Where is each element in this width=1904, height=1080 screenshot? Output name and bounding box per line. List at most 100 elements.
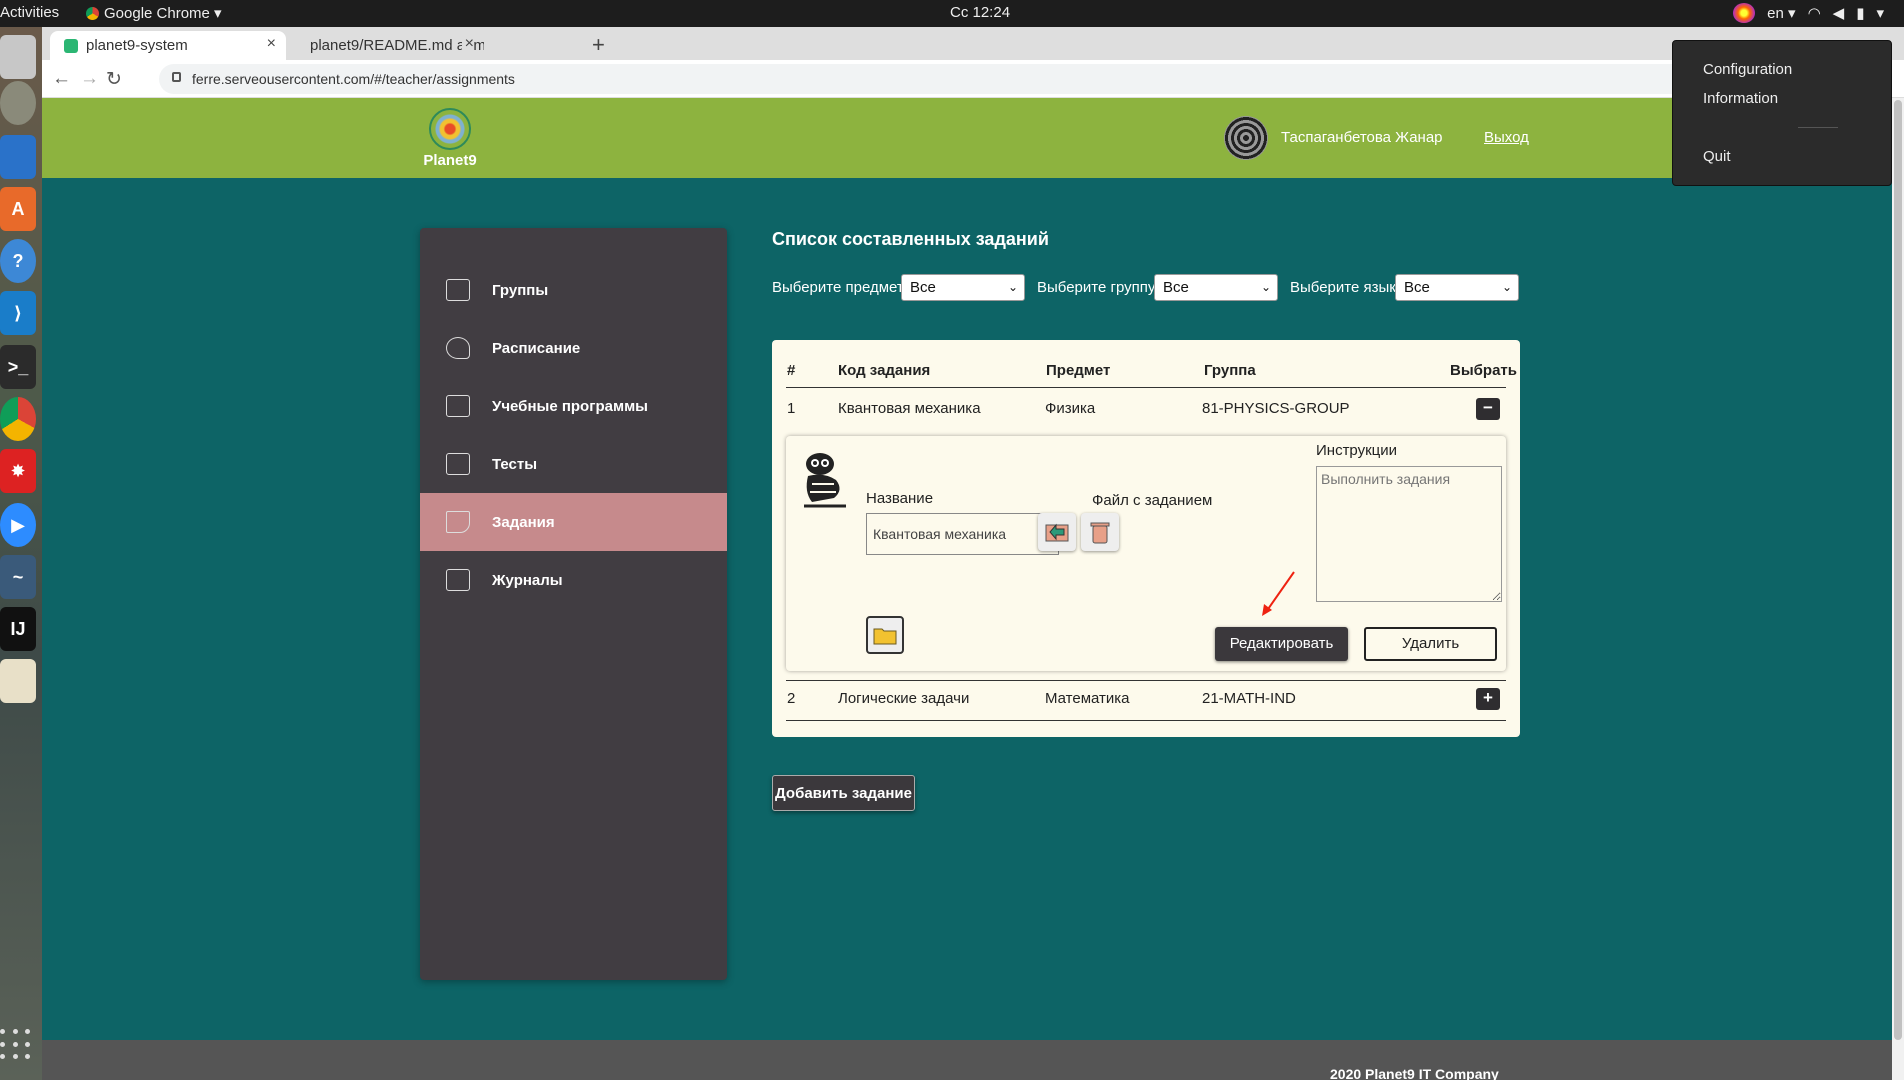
program-icon [446, 395, 470, 417]
divider [786, 720, 1506, 721]
sidebar-item-journals[interactable]: Журналы [420, 551, 727, 609]
terminal-icon[interactable]: >_ [0, 345, 36, 389]
app-menu[interactable]: Google Chrome ▾ [86, 4, 222, 22]
annotation-arrow-icon [1262, 571, 1295, 616]
clock[interactable]: Сс 12:24 [950, 4, 1010, 21]
battery-icon[interactable]: ▮ [1856, 4, 1864, 22]
browser-toolbar: ← → ↻ ferre.serveousercontent.com/#/teac… [42, 60, 1904, 98]
software-center-icon[interactable]: A [0, 187, 36, 231]
divider [786, 387, 1506, 388]
address-bar[interactable]: ferre.serveousercontent.com/#/teacher/as… [159, 64, 1729, 94]
page-scrollbar[interactable] [1892, 98, 1904, 1080]
intellij-icon[interactable]: IJ [0, 607, 36, 651]
volume-icon[interactable]: ◀ [1833, 4, 1845, 22]
language-indicator[interactable]: en ▾ [1767, 4, 1795, 22]
logout-link[interactable]: Выход [1484, 129, 1529, 146]
language-filter-label: Выберите язык: [1290, 279, 1400, 296]
sidebar-item-tests[interactable]: Тесты [420, 435, 727, 493]
menu-item-information[interactable]: Information [1703, 90, 1778, 107]
row-group: 81-PHYSICS-GROUP [1202, 400, 1350, 417]
groups-icon [446, 279, 470, 301]
group-select[interactable]: Все ⌄ [1154, 274, 1278, 301]
add-assignment-button[interactable]: Добавить задание [772, 775, 915, 811]
tab-planet9-system[interactable]: planet9-system × [50, 31, 286, 60]
sidebar-item-assignments[interactable]: Задания [420, 493, 727, 551]
power-menu-icon[interactable]: ▾ [1876, 4, 1884, 22]
scrollbar-thumb[interactable] [1894, 100, 1902, 1040]
subject-select-value: Все [910, 279, 936, 296]
name-label: Название [866, 490, 934, 507]
vscode-icon[interactable]: ⟩ [0, 291, 36, 335]
sidebar-item-label: Группы [492, 281, 549, 299]
chevron-down-icon: ⌄ [1007, 280, 1018, 294]
chevron-down-icon: ⌄ [1260, 280, 1271, 294]
cat-icon [804, 453, 846, 508]
instructions-label: Инструкции [1316, 442, 1398, 459]
column-header-number: # [787, 362, 796, 379]
wifi-icon[interactable]: ◠ [1808, 4, 1821, 22]
journal-icon [446, 569, 470, 591]
bell-icon [446, 337, 470, 359]
app-menu-label: Google Chrome [104, 5, 210, 22]
sidebar-item-programs[interactable]: Учебные программы [420, 377, 727, 435]
subject-select[interactable]: Все ⌄ [901, 274, 1025, 301]
mysql-workbench-icon[interactable]: ~ [0, 555, 36, 599]
group-select-value: Все [1163, 279, 1189, 296]
close-icon[interactable]: × [267, 35, 276, 53]
system-top-bar: Activities Google Chrome ▾ Сс 12:24 en ▾… [0, 0, 1904, 27]
help-icon[interactable]: ? [0, 239, 36, 283]
chrome-dock-icon[interactable] [0, 397, 36, 441]
text-editor-icon[interactable] [0, 659, 36, 703]
collapse-row-button[interactable]: − [1476, 398, 1500, 420]
sidebar-item-schedule[interactable]: Расписание [420, 319, 727, 377]
sidebar-item-label: Журналы [492, 571, 563, 589]
new-tab-button[interactable]: + [592, 32, 605, 58]
files-icon[interactable] [0, 35, 36, 79]
name-input[interactable] [866, 513, 1059, 555]
planet-tray-icon[interactable] [1733, 3, 1756, 23]
forward-icon[interactable]: → [80, 68, 99, 90]
tab-readme[interactable]: planet9/README.md at m × [288, 31, 484, 60]
menu-separator [1798, 127, 1838, 128]
divider [786, 680, 1506, 681]
rhythmbox-icon[interactable] [0, 81, 36, 125]
upload-arrow-icon [1045, 523, 1069, 542]
row-number: 1 [787, 400, 796, 417]
reload-icon[interactable]: ↻ [106, 68, 122, 91]
open-folder-button[interactable] [866, 616, 904, 654]
instructions-textarea[interactable] [1316, 466, 1502, 602]
app-red-icon[interactable]: ✸ [0, 449, 36, 493]
column-header-select: Выбрать [1450, 362, 1517, 379]
sidebar: Группы Расписание Учебные программы Тест… [420, 228, 727, 980]
back-icon[interactable]: ← [52, 68, 71, 90]
close-icon[interactable]: × [461, 35, 474, 53]
upload-file-button[interactable] [1038, 513, 1076, 551]
delete-file-button[interactable] [1081, 513, 1119, 551]
sidebar-item-label: Задания [492, 513, 555, 531]
folder-icon [873, 628, 897, 645]
sidebar-item-label: Расписание [492, 339, 581, 357]
tab-favicon-icon [64, 38, 78, 53]
delete-button[interactable]: Удалить [1364, 627, 1497, 661]
tests-icon [446, 453, 470, 475]
language-label: en [1767, 5, 1784, 22]
tab-strip: planet9-system × planet9/README.md at m … [42, 27, 1904, 60]
show-applications-icon[interactable] [0, 1029, 32, 1061]
edit-button[interactable]: Редактировать [1215, 627, 1348, 661]
url-text: ferre.serveousercontent.com/#/teacher/as… [192, 71, 515, 87]
language-select[interactable]: Все ⌄ [1395, 274, 1519, 301]
menu-item-quit[interactable]: Quit [1703, 148, 1731, 165]
writer-icon[interactable] [0, 135, 36, 179]
pen-icon [446, 511, 470, 533]
site-logo[interactable]: Planet9 [420, 108, 480, 169]
system-tray: en ▾ ◠ ◀ ▮ ▾ [1733, 3, 1884, 23]
zoom-icon[interactable]: ▶ [0, 503, 36, 547]
menu-item-configuration[interactable]: Configuration [1703, 61, 1792, 78]
activities-button[interactable]: Activities [0, 4, 59, 21]
chrome-icon [86, 7, 99, 20]
expand-row-button[interactable]: + [1476, 688, 1500, 710]
row-subject: Математика [1045, 690, 1130, 707]
chevron-down-icon: ⌄ [1501, 280, 1512, 294]
sidebar-item-groups[interactable]: Группы [420, 261, 727, 319]
avatar[interactable] [1224, 116, 1268, 160]
